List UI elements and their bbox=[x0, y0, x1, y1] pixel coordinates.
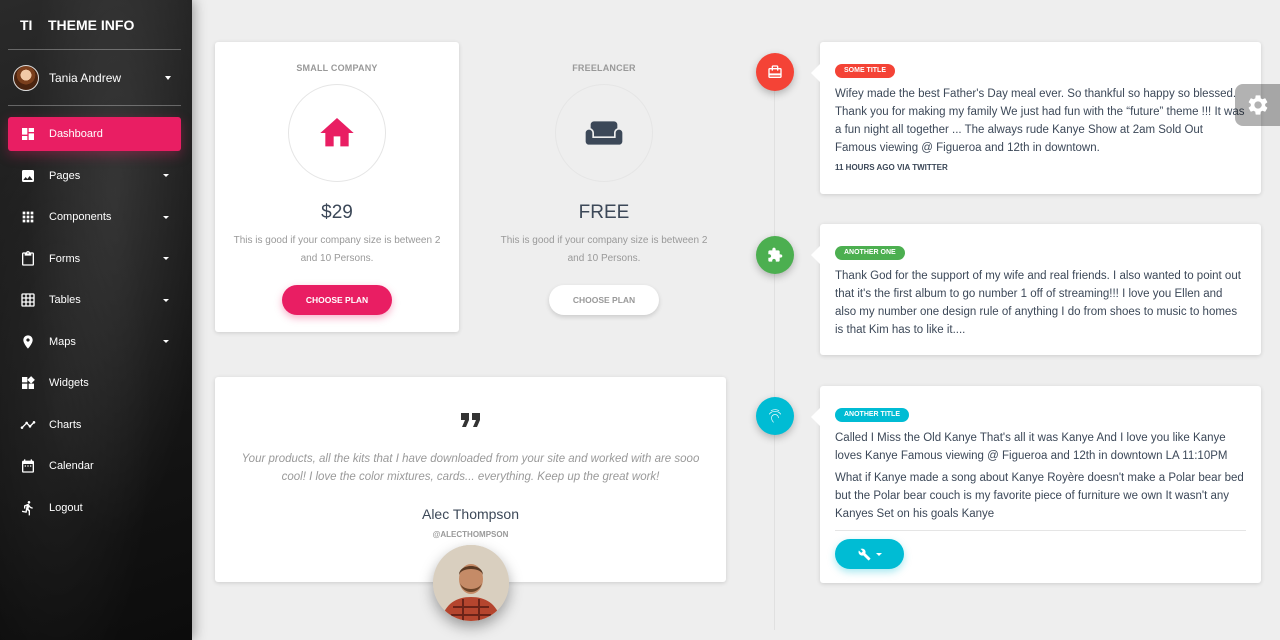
caret-down-icon bbox=[163, 174, 169, 177]
sidebar-item-label: Widgets bbox=[49, 377, 89, 389]
pricing-icon-circle bbox=[288, 84, 386, 182]
user-name: Tania Andrew bbox=[49, 71, 122, 85]
sidebar-nav: Dashboard Pages Components Forms Tables … bbox=[8, 117, 181, 532]
card-travel-icon bbox=[768, 65, 782, 78]
timeline-card: SOME TITLE Wifey made the best Father's … bbox=[811, 42, 1261, 194]
caret-down-icon bbox=[163, 215, 169, 219]
timeline-label: ANOTHER TITLE bbox=[835, 408, 909, 422]
pricing-card-freelancer: FREELANCER FREE This is good if your com… bbox=[482, 42, 726, 332]
caret-down-icon bbox=[165, 76, 171, 80]
sidebar-item-pages[interactable]: Pages bbox=[8, 159, 181, 193]
sidebar-item-label: Logout bbox=[49, 501, 83, 514]
widgets-icon bbox=[20, 375, 36, 391]
sidebar-item-label: Maps bbox=[49, 335, 76, 348]
place-icon bbox=[20, 334, 36, 350]
choose-plan-button[interactable]: CHOOSE PLAN bbox=[281, 285, 393, 315]
sidebar-item-logout[interactable]: Logout bbox=[8, 491, 181, 525]
testimonial-name: Alec Thompson bbox=[421, 506, 519, 522]
directions-run-icon bbox=[20, 500, 36, 516]
settings-button[interactable] bbox=[1235, 84, 1280, 126]
sidebar-item-label: Calendar bbox=[49, 460, 94, 472]
sidebar-item-components[interactable]: Components bbox=[8, 200, 181, 234]
dashboard-icon bbox=[20, 126, 36, 142]
sidebar-item-label: Forms bbox=[49, 252, 81, 265]
logo-mini: TI bbox=[20, 16, 33, 33]
pricing-description: This is good if your company size is bet… bbox=[500, 235, 708, 264]
logo-text: THEME INFO bbox=[48, 16, 135, 33]
timeline-body: Thank God for the support of my wife and… bbox=[835, 270, 1241, 336]
divider bbox=[835, 530, 1246, 531]
timeline-body: Called I Miss the Old Kanye That's all i… bbox=[835, 432, 1228, 462]
pricing-category: FREELANCER bbox=[572, 63, 636, 73]
caret-down-icon bbox=[875, 552, 882, 556]
sidebar-item-forms[interactable]: Forms bbox=[8, 242, 181, 276]
caret-down-icon bbox=[163, 257, 169, 260]
sidebar-item-dashboard[interactable]: Dashboard bbox=[8, 117, 181, 151]
caret-down-icon bbox=[163, 298, 169, 302]
testimonial-avatar bbox=[433, 545, 509, 621]
fingerprint-icon bbox=[768, 409, 781, 423]
gear-icon bbox=[1248, 95, 1267, 115]
pricing-card-small-company: SMALL COMPANY $29 This is good if your c… bbox=[215, 42, 459, 332]
image-icon bbox=[20, 168, 36, 184]
sidebar-item-maps[interactable]: Maps bbox=[8, 325, 181, 359]
pricing-description: This is good if your company size is bet… bbox=[233, 235, 441, 264]
sidebar-item-label: Dashboard bbox=[49, 128, 103, 140]
weekend-icon bbox=[585, 121, 623, 145]
sidebar-item-label: Components bbox=[49, 211, 112, 223]
build-icon bbox=[858, 548, 870, 560]
sidebar-item-tables[interactable]: Tables bbox=[8, 283, 181, 317]
timeline-label: ANOTHER ONE bbox=[835, 246, 905, 260]
testimonial-text: Your products, all the kits that I have … bbox=[241, 453, 700, 483]
extension-icon bbox=[768, 247, 783, 262]
sidebar-item-label: Pages bbox=[49, 169, 81, 182]
pricing-icon-circle bbox=[555, 84, 653, 182]
timeline-badge-success bbox=[756, 236, 794, 274]
pricing-price: $29 bbox=[321, 202, 353, 223]
home-icon bbox=[320, 118, 354, 147]
timeline-label: SOME TITLE bbox=[835, 64, 895, 78]
sidebar: TI THEME INFO Tania Andrew Dashboard Pag… bbox=[0, 0, 192, 640]
sidebar-item-widgets[interactable]: Widgets bbox=[8, 366, 181, 400]
caret-down-icon bbox=[163, 340, 169, 343]
grid-on-icon bbox=[20, 292, 36, 308]
sidebar-item-charts[interactable]: Charts bbox=[8, 408, 181, 442]
timeline-badge-info bbox=[756, 397, 794, 435]
timeline-body-secondary: What if Kanye made a song about Kanye Ro… bbox=[835, 472, 1244, 520]
sidebar-item-label: Charts bbox=[49, 418, 82, 431]
tools-dropdown-button[interactable] bbox=[835, 539, 904, 569]
sidebar-item-calendar[interactable]: Calendar bbox=[8, 449, 181, 483]
timeline-body: Wifey made the best Father's Day meal ev… bbox=[835, 88, 1245, 154]
content-paste-icon bbox=[20, 250, 36, 267]
user-menu[interactable]: Tania Andrew bbox=[8, 51, 181, 106]
pricing-price: FREE bbox=[578, 202, 630, 223]
timeline-card: ANOTHER ONE Thank God for the support of… bbox=[811, 224, 1261, 355]
format-quote-icon bbox=[215, 404, 726, 428]
avatar bbox=[13, 65, 39, 91]
sidebar-logo[interactable]: TI THEME INFO bbox=[8, 0, 181, 50]
timeline-icon bbox=[20, 417, 36, 433]
apps-icon bbox=[20, 209, 36, 225]
timeline-footer: 11 HOURS AGO VIA TWITTER bbox=[835, 163, 948, 172]
timeline-line bbox=[774, 70, 775, 630]
choose-plan-button[interactable]: CHOOSE PLAN bbox=[548, 285, 660, 315]
testimonial-handle: @ALECTHOMPSON bbox=[432, 530, 509, 539]
pricing-category: SMALL COMPANY bbox=[296, 63, 378, 73]
date-range-icon bbox=[20, 458, 36, 474]
timeline-card: ANOTHER TITLE Called I Miss the Old Kany… bbox=[811, 386, 1261, 583]
timeline-badge-danger bbox=[756, 53, 794, 91]
sidebar-item-label: Tables bbox=[49, 294, 81, 306]
